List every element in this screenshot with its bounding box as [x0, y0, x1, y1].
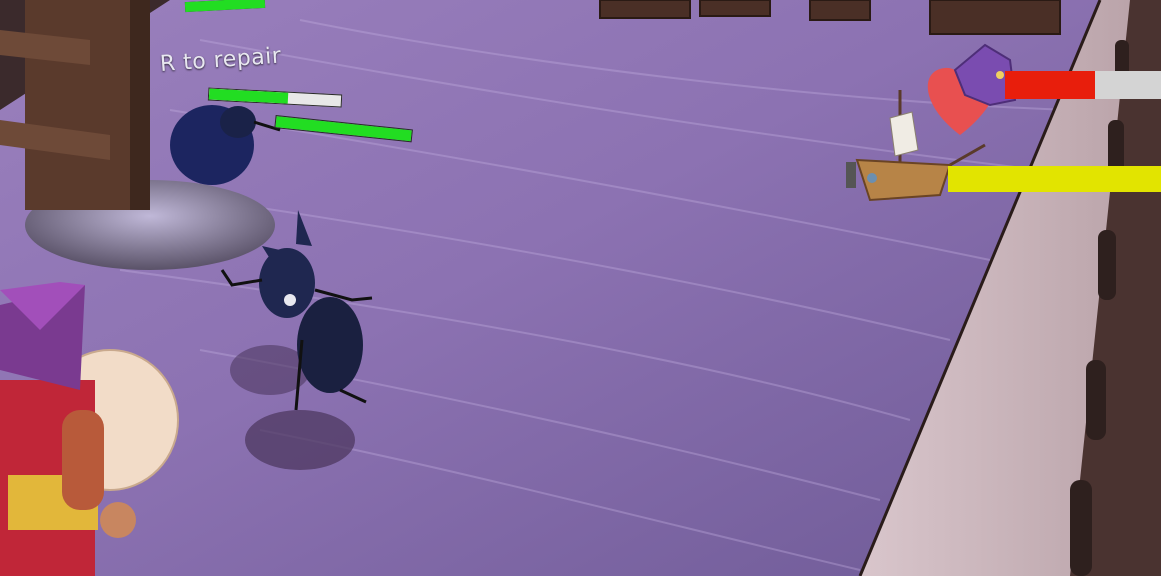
- ship-health-bar: [948, 166, 1161, 192]
- game-scene: [0, 0, 1161, 576]
- ship-health-fill: [948, 166, 1161, 192]
- player-health-fill: [1005, 71, 1096, 99]
- player-health-bar: [1005, 71, 1161, 99]
